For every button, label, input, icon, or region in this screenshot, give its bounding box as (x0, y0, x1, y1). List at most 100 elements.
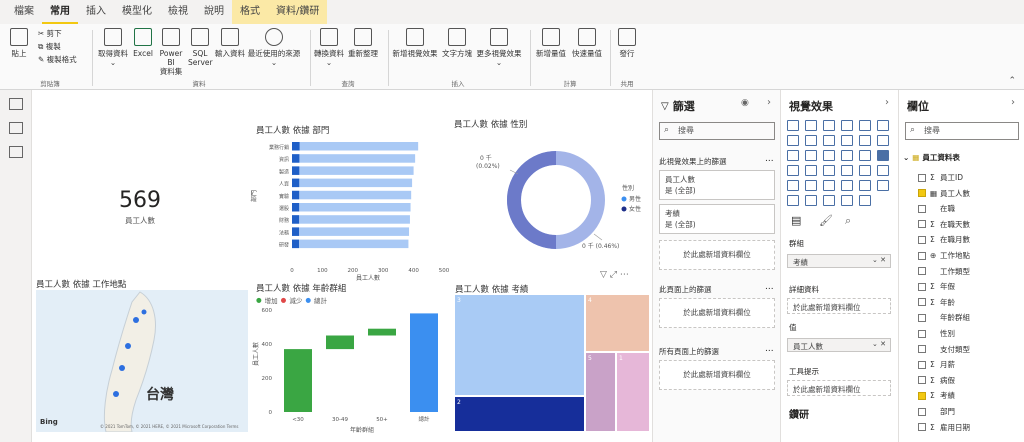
visual-type-icon[interactable] (877, 180, 889, 191)
visual-type-icon[interactable] (859, 120, 871, 131)
visual-type-icon[interactable] (823, 120, 835, 131)
field-item[interactable]: Σ 月薪 (918, 359, 955, 370)
copy-button[interactable]: ⧉ 複製 (38, 42, 61, 51)
chevron-right-icon[interactable]: › (767, 97, 771, 108)
bar[interactable] (292, 227, 410, 236)
filter-card-count[interactable]: 員工人數是 (全部) (659, 170, 775, 200)
treemap-tile-1[interactable]: 1 (616, 352, 650, 432)
field-item[interactable]: Σ 在職天數 (918, 219, 970, 230)
card-visual[interactable]: 569 員工人數 (100, 188, 180, 226)
bar-chart[interactable]: 部門 業務行銷資訊製造人資實驗選股財務法務研發 0 100 200 300 400 500 員工… (248, 136, 458, 282)
powerbi-dataset-button[interactable]: Power BI 資料集 (156, 28, 186, 76)
field-checkbox[interactable] (918, 204, 926, 213)
recent-sources-button[interactable]: 最近使用的來源 ⌄ (246, 28, 302, 67)
visual-type-icon[interactable] (841, 150, 853, 161)
bar-segment-dark[interactable] (292, 154, 300, 163)
visual-type-icon[interactable] (805, 180, 817, 191)
refresh-button[interactable]: 重新整理 (346, 28, 380, 58)
visual-type-icon[interactable] (841, 180, 853, 191)
field-checkbox[interactable] (918, 220, 926, 229)
bar-segment-dark[interactable] (292, 215, 300, 224)
get-data-button[interactable]: 取得資料 ⌄ (96, 28, 130, 67)
visual-type-icon[interactable] (787, 165, 799, 176)
treemap-tile-4[interactable]: 4 (585, 294, 650, 352)
new-visual-button[interactable]: 新增視覺效果 (392, 28, 438, 58)
waterfall-bar[interactable] (368, 328, 396, 336)
bar[interactable] (292, 166, 414, 175)
field-checkbox[interactable] (918, 407, 926, 416)
table-node[interactable]: ⌄ ▦ 員工資料表 (903, 152, 960, 163)
data-view-icon[interactable] (8, 122, 23, 134)
transform-data-button[interactable]: 轉換資料 ⌄ (314, 28, 344, 67)
field-item[interactable]: 在職 (918, 203, 955, 214)
filters-search-input[interactable]: 搜尋 (659, 122, 775, 140)
report-view-icon[interactable] (8, 98, 23, 110)
field-item[interactable]: Σ 病假 (918, 375, 955, 386)
field-item[interactable]: Σ 考績 (918, 390, 955, 401)
analytics-tab-icon[interactable]: ⌕ (845, 214, 851, 228)
tab-file[interactable]: 檔案 (6, 0, 42, 24)
format-painter-button[interactable]: ✎ 複製格式 (38, 55, 77, 64)
field-checkbox[interactable] (918, 282, 926, 291)
field-item[interactable]: 性別 (918, 328, 955, 339)
visual-header-icons[interactable]: ▽ ⤢ ⋯ (600, 270, 629, 280)
field-checkbox[interactable] (918, 313, 926, 322)
field-checkbox[interactable] (918, 251, 926, 260)
fields-tab-icon[interactable]: ▤ (791, 214, 801, 227)
visual-type-icon[interactable] (787, 120, 799, 131)
bar[interactable] (292, 203, 411, 212)
bar[interactable] (292, 190, 412, 200)
format-tab-icon[interactable]: 🖌 (819, 214, 833, 227)
visual-type-icon[interactable] (841, 135, 853, 146)
chevron-right-icon[interactable]: › (885, 97, 889, 108)
field-item[interactable]: Σ 雇用日期 (918, 422, 970, 433)
tab-format[interactable]: 格式 (232, 0, 268, 24)
excel-button[interactable]: Excel (132, 28, 154, 58)
field-item[interactable]: 部門 (918, 406, 955, 417)
field-item[interactable]: ⊕ 工作地點 (918, 250, 970, 261)
group-well-field[interactable]: 考績 ⌄ ✕ (787, 254, 891, 268)
bar[interactable] (292, 215, 410, 224)
visual-type-icon[interactable] (859, 180, 871, 191)
tab-help[interactable]: 說明 (196, 0, 232, 24)
model-view-icon[interactable] (8, 146, 23, 158)
bar[interactable] (292, 178, 413, 188)
field-checkbox[interactable] (918, 423, 926, 432)
filter-card-rating[interactable]: 考績是 (全部) (659, 204, 775, 234)
tab-data-drill[interactable]: 資料/鑽研 (268, 0, 328, 24)
visual-type-icon[interactable] (823, 150, 835, 161)
visual-filters-more[interactable]: ... (765, 154, 774, 164)
treemap-tile-2[interactable]: 2 (454, 396, 585, 432)
bar[interactable] (292, 142, 419, 151)
treemap-visual[interactable]: 3 2 4 5 1 (454, 294, 650, 432)
visual-type-icon[interactable] (805, 165, 817, 176)
bar-segment-dark[interactable] (292, 166, 300, 175)
publish-button[interactable]: 發行 (614, 28, 640, 58)
all-filters-more[interactable]: ... (765, 344, 774, 354)
donut-chart[interactable]: 0 千 (0.02%) 0 千 (0.46%) 性別 男性 女性 (454, 130, 650, 270)
tab-view[interactable]: 檢視 (160, 0, 196, 24)
visual-type-icon[interactable] (841, 195, 853, 206)
visual-type-icon[interactable] (823, 180, 835, 191)
field-checkbox[interactable] (918, 173, 926, 182)
field-item[interactable]: Σ 年齡 (918, 297, 955, 308)
bar[interactable] (292, 154, 416, 163)
visual-filter-drop[interactable]: 於此處新增資料欄位 (659, 240, 775, 270)
map-visual[interactable]: 台灣 Bing © 2021 TomTom, © 2021 HERE, © 20… (36, 290, 248, 432)
details-well-drop[interactable]: 於此處新增資料欄位 (787, 298, 891, 314)
visual-type-icon[interactable] (823, 195, 835, 206)
field-checkbox[interactable] (918, 189, 926, 198)
field-checkbox[interactable] (918, 345, 926, 354)
eye-icon[interactable]: ◉ (741, 98, 749, 108)
visual-type-icon[interactable] (877, 135, 889, 146)
bar-segment-dark[interactable] (292, 142, 300, 151)
visual-type-icon[interactable] (859, 150, 871, 161)
waterfall-bar[interactable] (284, 349, 312, 412)
visual-type-icon[interactable] (877, 165, 889, 176)
field-checkbox[interactable] (918, 376, 926, 385)
field-item[interactable]: ▦ 員工人數 (918, 188, 970, 199)
tab-home[interactable]: 常用 (42, 0, 78, 24)
remove-field-icon[interactable]: ⌄ ✕ (872, 340, 886, 348)
paste-button[interactable]: 貼上 (6, 28, 32, 58)
visual-type-icon[interactable] (841, 120, 853, 131)
